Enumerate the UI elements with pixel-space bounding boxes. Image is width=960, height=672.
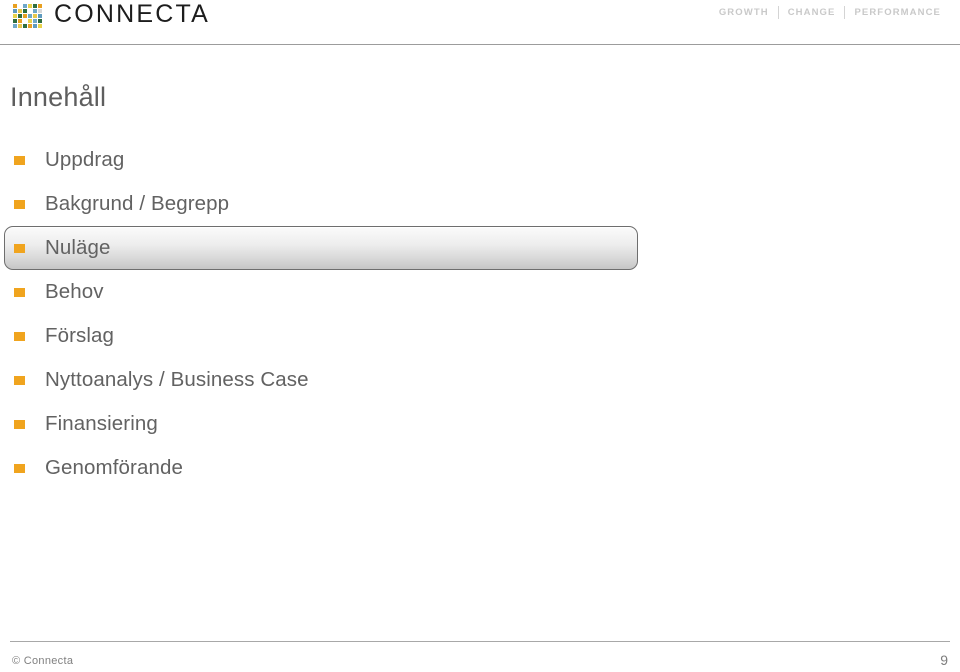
agenda-item-label: Förslag [45, 324, 115, 347]
logo-pixel-24 [13, 23, 17, 28]
logo-pixel-8 [23, 8, 27, 13]
logo-pixel-20 [23, 18, 27, 23]
logo-pixel-11 [38, 8, 42, 13]
logo-pixel-25 [18, 23, 22, 28]
header-tagline: GROWTH CHANGE PERFORMANCE [710, 6, 950, 19]
logo-pixel-13 [18, 13, 22, 18]
slide-header: CONNECTA GROWTH CHANGE PERFORMANCE [0, 0, 960, 46]
logo-pixel-16 [33, 13, 37, 18]
logo-pixel-0 [13, 3, 17, 8]
agenda-item[interactable]: Förslag [0, 314, 960, 358]
logo-pixel-10 [33, 8, 37, 13]
bullet-square-icon [14, 287, 25, 297]
agenda-item[interactable]: Uppdrag [0, 138, 960, 182]
logo-pixel-22 [33, 18, 37, 23]
agenda-item[interactable]: Bakgrund / Begrepp [0, 182, 960, 226]
logo-pixel-1 [18, 3, 22, 8]
agenda-item-label: Behov [45, 280, 104, 303]
agenda-item[interactable]: Genomförande [0, 446, 960, 490]
page-title: Innehåll [10, 82, 107, 113]
tagline-change: CHANGE [787, 7, 836, 18]
logo-pixel-5 [38, 3, 42, 8]
logo-pixel-21 [28, 18, 32, 23]
bullet-square-icon [14, 243, 25, 253]
agenda-item-label: Bakgrund / Begrepp [45, 192, 230, 215]
header-divider-rule [0, 44, 960, 45]
agenda-item[interactable]: Behov [0, 270, 960, 314]
logo-pixel-6 [13, 8, 17, 13]
logo-pixel-17 [38, 13, 42, 18]
logo-pixel-27 [28, 23, 32, 28]
footer-copyright: © Connecta [12, 655, 74, 667]
logo-pixel-26 [23, 23, 27, 28]
agenda-list: Uppdrag Bakgrund / Begrepp Nuläge Behov Förs… [0, 138, 960, 490]
bullet-square-icon [14, 331, 25, 341]
logo-pixel-4 [33, 3, 37, 8]
logo-pixel-19 [18, 18, 22, 23]
logo-pixel-3 [28, 3, 32, 8]
agenda-item-label: Genomförande [45, 456, 183, 479]
footer-divider-rule [10, 641, 950, 642]
tagline-growth: GROWTH [718, 7, 769, 18]
connecta-pixel-grid-logo-icon [13, 3, 42, 28]
brand-lockup: CONNECTA [13, 2, 210, 29]
tagline-performance: PERFORMANCE [854, 7, 941, 18]
agenda-item-label: Nyttoanalys / Business Case [45, 368, 309, 391]
logo-pixel-28 [33, 23, 37, 28]
logo-pixel-18 [13, 18, 17, 23]
logo-pixel-7 [18, 8, 22, 13]
bullet-square-icon [14, 155, 25, 165]
agenda-item-selected[interactable]: Nuläge [4, 226, 638, 270]
bullet-square-icon [14, 419, 25, 429]
logo-pixel-14 [23, 13, 27, 18]
logo-pixel-29 [38, 23, 42, 28]
logo-pixel-2 [23, 3, 27, 8]
logo-pixel-12 [13, 13, 17, 18]
agenda-item-label: Finansiering [45, 412, 158, 435]
logo-pixel-15 [28, 13, 32, 18]
agenda-item-label: Uppdrag [45, 148, 125, 171]
logo-pixel-23 [38, 18, 42, 23]
agenda-item[interactable]: Nyttoanalys / Business Case [0, 358, 960, 402]
footer-page-number: 9 [940, 652, 948, 668]
agenda-item-label: Nuläge [45, 236, 111, 259]
bullet-square-icon [14, 199, 25, 209]
bullet-square-icon [14, 463, 25, 473]
agenda-item[interactable]: Finansiering [0, 402, 960, 446]
logo-pixel-9 [28, 8, 32, 13]
bullet-square-icon [14, 375, 25, 385]
brand-wordmark: CONNECTA [54, 0, 211, 28]
